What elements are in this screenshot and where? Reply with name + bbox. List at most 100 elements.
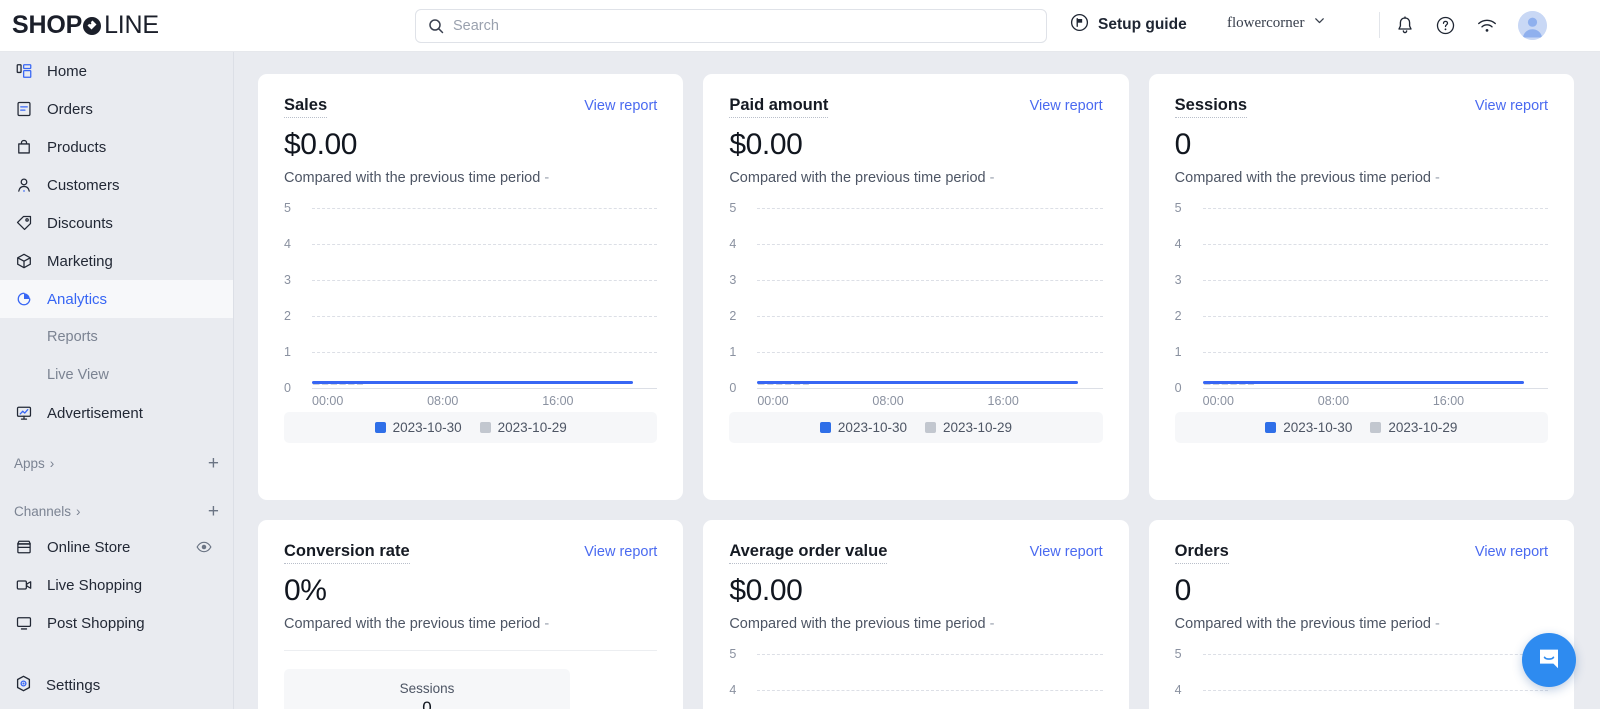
card-title: Orders <box>1174 542 1229 564</box>
legend-swatch-previous <box>479 422 491 433</box>
sidebar-item-customers[interactable]: Customers <box>0 166 233 204</box>
sidebar-item-orders[interactable]: Orders <box>0 90 233 128</box>
comparison-delta: - <box>989 170 995 186</box>
card-header: Conversion rate View report <box>284 542 657 564</box>
sidebar-item-discounts[interactable]: Discounts <box>0 204 233 242</box>
comparison-delta: - <box>989 616 995 632</box>
gridline <box>757 653 1103 655</box>
sidebar-item-marketing[interactable]: Marketing <box>0 242 233 280</box>
sidebar-item-products[interactable]: Products <box>0 128 233 166</box>
sidebar-item-home[interactable]: Home <box>0 52 233 90</box>
gridline-zero <box>757 387 1103 389</box>
intercom-chat-icon <box>1536 645 1562 676</box>
legend-entry-current[interactable]: 2023-10-30 <box>819 420 907 435</box>
y-tick: 5 <box>1174 201 1182 215</box>
y-tick: 4 <box>1174 237 1182 251</box>
y-tick: 3 <box>284 273 291 287</box>
sidebar-item-reports[interactable]: Reports <box>0 318 233 356</box>
settings-gear-icon <box>14 674 33 697</box>
gridline <box>312 207 658 209</box>
view-report-link[interactable]: View report <box>1475 98 1548 114</box>
header-icon-group <box>1395 11 1547 40</box>
search-input[interactable] <box>453 18 1034 34</box>
comparison-label: Compared with the previous time period <box>284 616 541 632</box>
sidebar-item-advertisement[interactable]: Advertisement <box>0 394 233 432</box>
sidebar-item-online-store[interactable]: Online Store <box>0 528 233 566</box>
wifi-icon[interactable] <box>1476 16 1498 36</box>
pie-chart-icon <box>14 290 34 308</box>
comparison-delta: - <box>1434 170 1440 186</box>
add-channel-button[interactable]: + <box>208 502 219 521</box>
bag-icon <box>14 138 34 156</box>
comparison-label: Compared with the previous time period <box>1174 616 1431 632</box>
legend-entry-previous[interactable]: 2023-10-29 <box>479 420 567 435</box>
gridline <box>1202 315 1548 317</box>
sidebar-item-analytics[interactable]: Analytics <box>0 280 233 318</box>
sidebar-item-label: Post Shopping <box>47 614 145 632</box>
video-icon <box>14 576 34 594</box>
card-title: Sales <box>284 96 328 118</box>
store-switcher[interactable]: flowercorner <box>1227 14 1326 32</box>
gridline <box>1202 243 1548 245</box>
dashboard-icon <box>14 62 34 80</box>
global-search[interactable] <box>415 9 1047 43</box>
sidebar-scroll-fade <box>0 639 233 661</box>
sidebar-item-label: Advertisement <box>47 404 143 422</box>
sparkline-chart: 5 4 3 2 1 <box>1175 646 1548 709</box>
store-name: flowercorner <box>1227 14 1305 31</box>
help-circle-icon[interactable] <box>1435 15 1456 36</box>
sidebar-item-post-shopping[interactable]: Post Shopping <box>0 604 233 642</box>
legend-label: 2023-10-29 <box>942 420 1013 435</box>
add-app-button[interactable]: + <box>208 454 219 473</box>
sidebar-item-settings[interactable]: Settings <box>0 661 233 709</box>
legend-label: 2023-10-30 <box>837 420 907 435</box>
metric-value: $0.00 <box>729 574 803 607</box>
setup-guide-button[interactable]: Setup guide <box>1070 13 1187 37</box>
view-report-link[interactable]: View report <box>584 98 657 114</box>
sparkline-chart: 5 4 3 2 1 <box>284 200 658 408</box>
legend-entry-previous[interactable]: 2023-10-29 <box>1370 420 1457 435</box>
gridline <box>312 279 658 281</box>
top-header-bar: SHOP LINE Setup guide <box>0 0 1600 52</box>
sidebar-group-channels[interactable]: Channels › + <box>0 494 233 528</box>
view-report-link[interactable]: View report <box>1030 98 1103 114</box>
x-tick: 08:00 <box>1317 394 1350 408</box>
sparkline-chart: 5 4 3 2 1 <box>729 646 1103 709</box>
view-report-link[interactable]: View report <box>584 544 657 560</box>
view-report-link[interactable]: View report <box>1030 544 1103 560</box>
intercom-chat-button[interactable] <box>1522 633 1576 687</box>
bell-icon[interactable] <box>1395 15 1415 36</box>
legend-entry-current[interactable]: 2023-10-30 <box>1265 420 1352 435</box>
funnel-step-sessions: Sessions 0 <box>284 669 570 709</box>
sidebar-item-label: Marketing <box>47 252 113 270</box>
chevron-down-icon <box>1313 14 1326 32</box>
eye-icon[interactable] <box>195 538 213 556</box>
comparison-delta: - <box>544 616 550 632</box>
sidebar-item-live-shopping[interactable]: Live Shopping <box>0 566 233 604</box>
chevron-right-icon: › <box>49 455 55 471</box>
y-tick: 1 <box>284 345 291 359</box>
y-tick: 5 <box>284 201 291 215</box>
view-report-link[interactable]: View report <box>1475 544 1548 560</box>
ad-screen-icon <box>14 404 34 422</box>
card-header: Sessions View report <box>1174 96 1548 118</box>
legend-label: 2023-10-29 <box>497 420 567 435</box>
search-icon <box>428 18 444 34</box>
avatar[interactable] <box>1518 11 1547 40</box>
gridline-zero <box>1202 387 1548 389</box>
metric-card-grid: Sales View report $0.00 Compared with th… <box>258 74 1574 709</box>
card-title: Paid amount <box>729 96 829 118</box>
chart-legend: 2023-10-30 2023-10-29 <box>1174 412 1548 443</box>
x-tick: 00:00 <box>757 394 789 408</box>
x-tick: 16:00 <box>1432 394 1465 408</box>
y-tick: 4 <box>284 237 291 251</box>
brand-logo[interactable]: SHOP LINE <box>0 0 234 52</box>
sidebar-footer-label: Settings <box>46 676 101 694</box>
legend-entry-current[interactable]: 2023-10-30 <box>374 420 462 435</box>
sidebar-group-apps[interactable]: Apps › + <box>0 446 233 480</box>
sidebar-item-live-view[interactable]: Live View <box>0 356 233 394</box>
y-tick: 3 <box>729 273 737 287</box>
legend-entry-previous[interactable]: 2023-10-29 <box>924 420 1013 435</box>
